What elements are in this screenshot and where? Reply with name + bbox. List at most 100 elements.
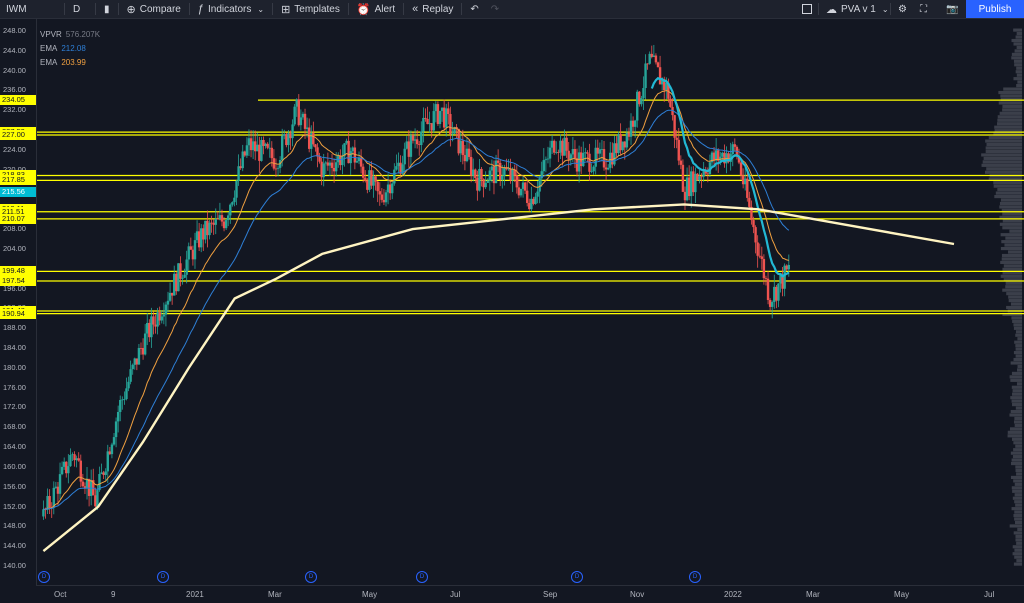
volume-profile-bar (997, 115, 1022, 119)
level-price-label: 217.85 (0, 175, 36, 186)
candle-body (530, 198, 533, 210)
volume-profile-bar (1002, 267, 1022, 271)
candle-body (758, 255, 761, 257)
ema-slow-legend-row[interactable]: EMA 203.99 (40, 56, 100, 70)
volume-profile-bar (1002, 104, 1022, 108)
candle-body (112, 437, 116, 445)
volume-profile-bar (1010, 361, 1022, 365)
volume-profile-bar (1012, 545, 1022, 549)
candle-body (264, 143, 267, 146)
candle-body (100, 472, 103, 475)
candle-body (96, 490, 99, 507)
ema-fast-legend-row[interactable]: EMA 212.08 (40, 42, 100, 56)
candle-body (631, 120, 635, 127)
volume-profile-bar (983, 156, 1022, 160)
volume-profile-bar (1016, 472, 1022, 476)
price-chart[interactable] (0, 0, 1024, 585)
candle-body (154, 324, 157, 327)
candle-body (380, 194, 384, 200)
volume-profile-bar (1005, 281, 1022, 285)
candle-body (94, 495, 97, 507)
candle-body (528, 202, 531, 210)
volume-profile-bar (1016, 368, 1022, 372)
candle-body (137, 347, 141, 365)
candle-body (638, 91, 641, 105)
candle-body (519, 188, 523, 196)
volume-profile-bar (985, 149, 1022, 154)
volume-profile-bar (1015, 70, 1022, 74)
candle-body (430, 123, 433, 131)
candle-body (640, 98, 643, 105)
price-tick-label: 224.00 (3, 144, 26, 154)
candle-body (733, 144, 737, 147)
candle-body (538, 178, 541, 192)
volume-profile-bar (997, 188, 1022, 192)
volume-profile-bar (1011, 461, 1022, 466)
volume-profile-bar (1009, 229, 1022, 233)
candle-body (301, 113, 305, 118)
candle-body (67, 466, 70, 474)
volume-profile-bar (1012, 392, 1022, 396)
candle-body (241, 151, 244, 169)
candle-body (65, 461, 68, 474)
candle-body (436, 104, 440, 125)
volume-profile-bar (1016, 541, 1022, 545)
candle-body (532, 198, 535, 204)
candle-body (407, 141, 411, 157)
time-tick-label: 2022 (724, 590, 742, 599)
candle-body (397, 162, 400, 167)
candle-body (739, 162, 743, 176)
volume-profile-bar (994, 194, 1022, 199)
candle-body (744, 178, 747, 185)
candle-body (303, 113, 307, 129)
volume-profile-bar (1005, 236, 1022, 240)
candle-body (681, 164, 685, 192)
candle-body (563, 137, 566, 156)
current-price-label: 215.56 (0, 186, 36, 197)
dividend-marker[interactable]: D (305, 571, 317, 583)
candle-body (748, 197, 751, 207)
candle-body (690, 171, 693, 197)
candle-body (465, 148, 469, 162)
volume-profile-bar (1014, 416, 1022, 421)
volume-profile-bar (984, 170, 1022, 174)
time-tick-label: 2021 (186, 590, 204, 599)
candle-body (393, 169, 396, 184)
volume-profile-bar (1012, 496, 1022, 500)
time-axis[interactable]: Oct 9 2021 Mar May Jul Sep Nov 2022 Mar May Jul (36, 585, 1024, 603)
dividend-marker[interactable]: D (157, 571, 169, 583)
candle-body (509, 168, 512, 181)
volume-profile-bar (1015, 444, 1022, 448)
candle-body (299, 117, 303, 126)
volume-profile-bar (1009, 375, 1022, 379)
dividend-marker[interactable]: D (416, 571, 428, 583)
candle-body (191, 249, 195, 260)
candle-body (245, 145, 249, 156)
dividend-marker[interactable]: D (689, 571, 701, 583)
volume-profile-bar (1011, 56, 1022, 60)
volume-profile-bar (1009, 524, 1022, 528)
candle-body (125, 388, 128, 400)
dividend-marker[interactable]: D (571, 571, 583, 583)
time-tick-label: Jul (984, 590, 995, 599)
candle-body (121, 399, 124, 401)
volume-profile-bar (995, 191, 1022, 195)
candle-body (164, 304, 168, 315)
candle-body (119, 400, 122, 412)
price-axis[interactable]: 248.00244.00240.00236.00232.00228.00224.… (0, 19, 37, 585)
candle-body (760, 256, 764, 259)
vpvr-legend-row[interactable]: VPVR 576.207K (40, 28, 100, 42)
candle-body (555, 152, 558, 153)
candle-body (619, 134, 622, 151)
dividend-marker[interactable]: D (38, 571, 50, 583)
volume-profile-bar (1013, 59, 1022, 63)
volume-profile-bar (1013, 351, 1022, 355)
candle-body (382, 199, 386, 203)
candle-body (490, 166, 494, 171)
candle-body (694, 173, 697, 193)
volume-profile-bar (988, 136, 1022, 140)
volume-profile-bar (997, 118, 1022, 122)
candle-body (418, 144, 421, 146)
candle-body (777, 283, 780, 301)
candle-body (438, 110, 442, 125)
